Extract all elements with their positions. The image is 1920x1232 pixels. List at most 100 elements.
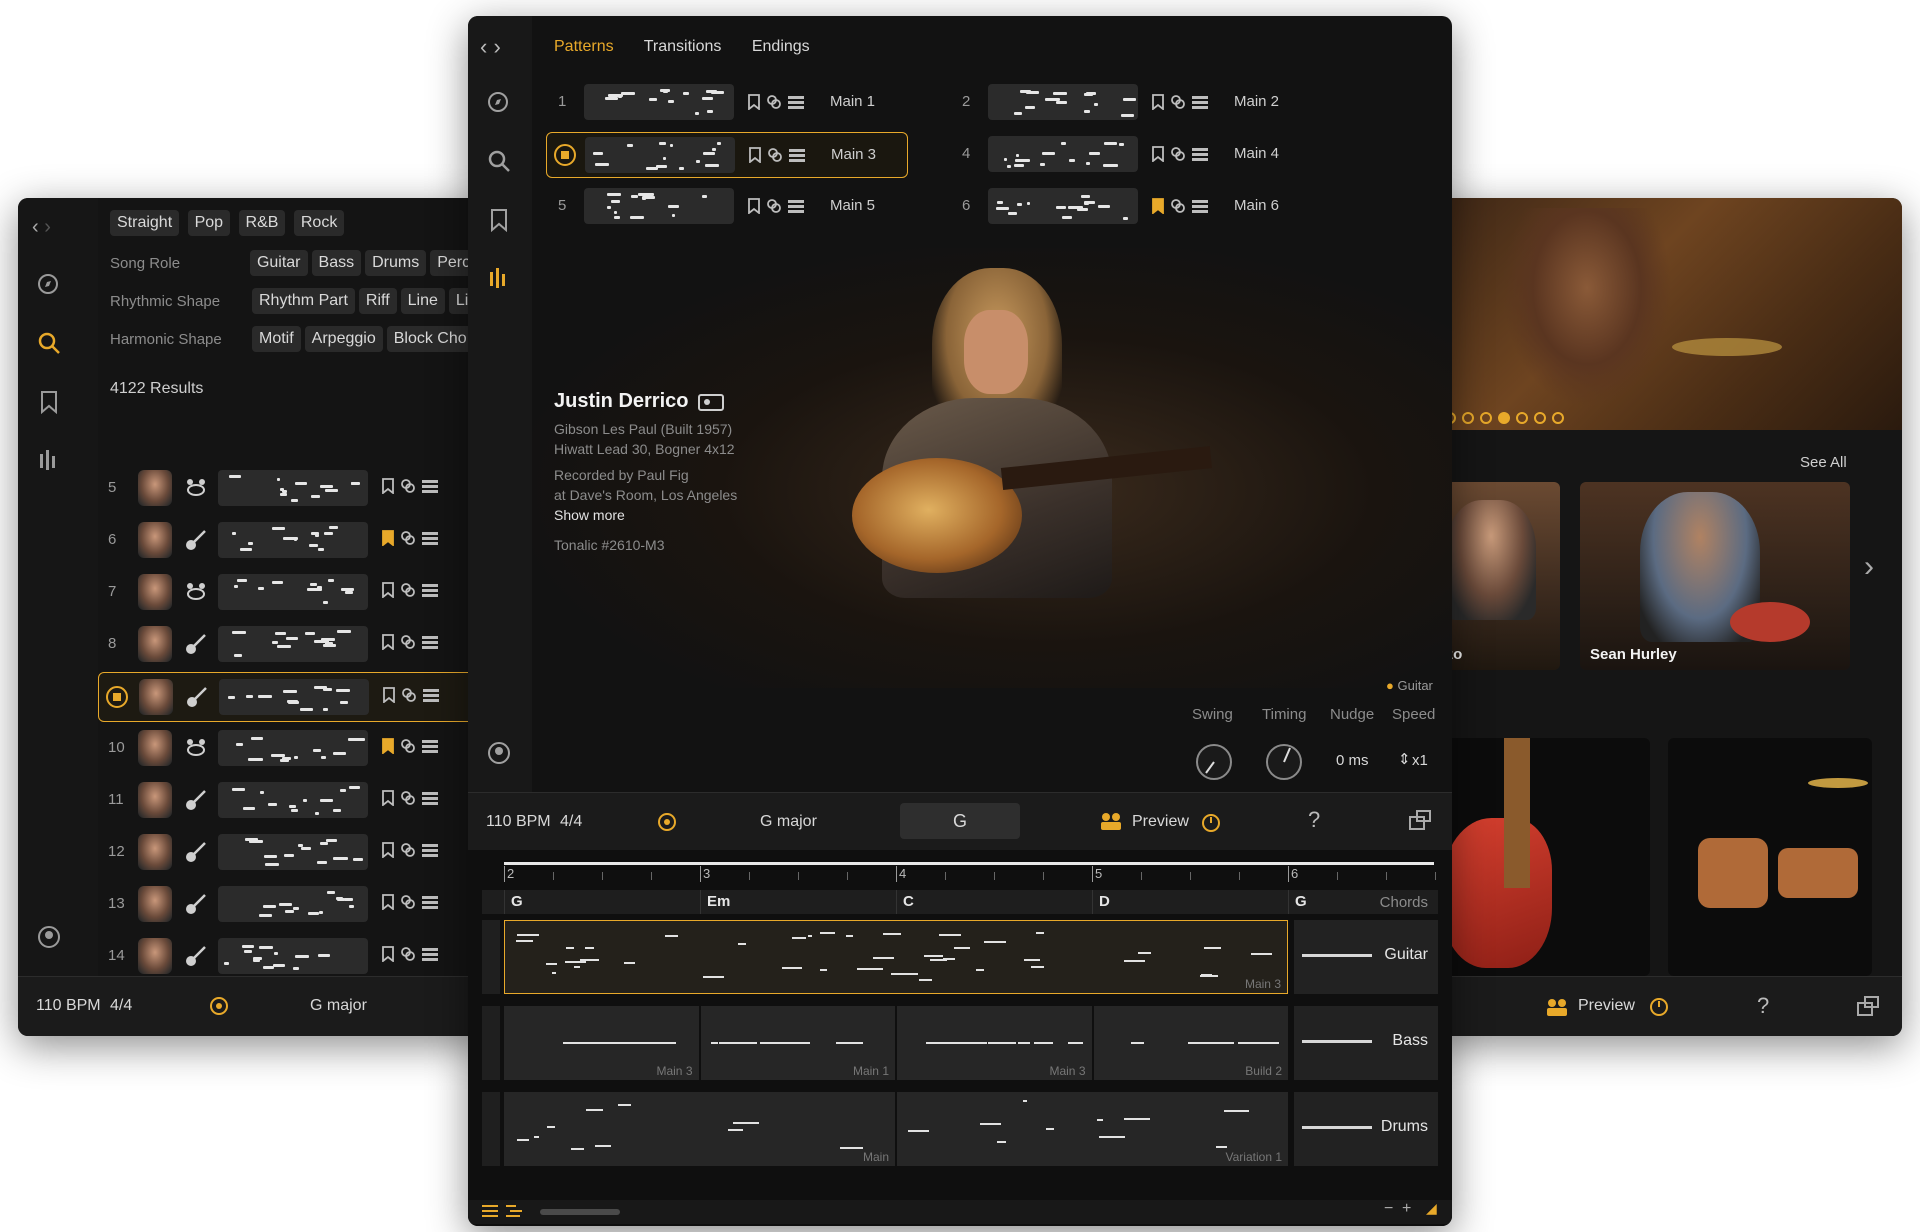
- preview-button[interactable]: Preview: [1578, 997, 1635, 1015]
- carousel-dot[interactable]: [1480, 412, 1492, 424]
- lanes-icon[interactable]: [422, 583, 438, 597]
- chip-motif[interactable]: Motif: [252, 326, 301, 352]
- lanes-icon[interactable]: [1192, 95, 1208, 109]
- track-segment[interactable]: Main 3: [504, 1006, 699, 1080]
- pattern-thumbnail[interactable]: [218, 782, 368, 818]
- detach-window-icon[interactable]: [1856, 995, 1880, 1017]
- pattern-thumbnail[interactable]: [988, 136, 1138, 172]
- bookmark-icon[interactable]: [488, 208, 510, 232]
- metronome-icon[interactable]: [656, 811, 678, 833]
- lanes-icon[interactable]: [422, 479, 438, 493]
- chip-straight[interactable]: Straight: [110, 210, 180, 236]
- result-row[interactable]: 8: [98, 620, 488, 668]
- horizontal-scrollbar[interactable]: [540, 1209, 620, 1215]
- result-row[interactable]: 5: [98, 464, 488, 512]
- zoom-out-button[interactable]: −: [1384, 1200, 1393, 1218]
- chord-cell[interactable]: Em: [700, 890, 895, 914]
- tag-icon[interactable]: [400, 634, 416, 650]
- account-icon[interactable]: [36, 924, 62, 950]
- pattern-slot[interactable]: 1 Main 1: [546, 80, 906, 124]
- chord-button[interactable]: G: [900, 803, 1020, 839]
- meter[interactable]: 4/4: [560, 813, 582, 831]
- chevron-right-icon[interactable]: ›: [1864, 550, 1884, 600]
- track-segment[interactable]: Main 1: [700, 1006, 895, 1080]
- equalizer-icon[interactable]: [38, 448, 60, 472]
- bookmark-icon[interactable]: [382, 894, 394, 910]
- chord-cell[interactable]: C: [896, 890, 1091, 914]
- pattern-slot[interactable]: 5 Main 5: [546, 184, 906, 228]
- back-icon[interactable]: ‹: [32, 216, 39, 238]
- equalizer-icon[interactable]: [488, 266, 510, 290]
- see-all-link[interactable]: See All: [1800, 454, 1847, 471]
- chip-arpeggio[interactable]: Arpeggio: [304, 326, 383, 352]
- tag-icon[interactable]: [401, 687, 417, 703]
- tag-icon[interactable]: [1170, 146, 1186, 162]
- bookmark-icon[interactable]: [382, 842, 394, 858]
- lanes-icon[interactable]: [422, 531, 438, 545]
- nudge-value[interactable]: 0 ms: [1336, 752, 1369, 769]
- timer-icon[interactable]: [1648, 995, 1670, 1017]
- bookmark-icon[interactable]: [1152, 146, 1164, 162]
- play-indicator-icon[interactable]: [105, 685, 129, 709]
- result-row[interactable]: 14: [98, 932, 488, 976]
- pattern-thumbnail[interactable]: [219, 679, 369, 715]
- lanes-icon[interactable]: [422, 635, 438, 649]
- pattern-thumbnail[interactable]: [218, 730, 368, 766]
- lanes-icon[interactable]: [1192, 199, 1208, 213]
- result-row[interactable]: 10: [98, 724, 488, 772]
- bookmark-icon[interactable]: [38, 390, 60, 414]
- pattern-slot[interactable]: 6 Main 6: [950, 184, 1310, 228]
- result-row[interactable]: 12: [98, 828, 488, 876]
- tag-icon[interactable]: [400, 894, 416, 910]
- speed-value[interactable]: x1: [1412, 752, 1428, 769]
- track-header[interactable]: Bass: [1294, 1006, 1438, 1080]
- carousel-dot[interactable]: [1498, 412, 1510, 424]
- tag-icon[interactable]: [766, 94, 782, 110]
- chip-rhythm-part[interactable]: Rhythm Part: [252, 288, 355, 314]
- tab-endings[interactable]: Endings: [752, 38, 810, 55]
- tag-icon[interactable]: [767, 147, 783, 163]
- instrument-card-bass[interactable]: [1432, 738, 1650, 976]
- back-icon[interactable]: ‹: [480, 34, 487, 59]
- pattern-slot[interactable]: 4 Main 4: [950, 132, 1310, 176]
- lanes-icon[interactable]: [422, 947, 438, 961]
- lanes-icon[interactable]: [422, 843, 438, 857]
- pattern-thumbnail[interactable]: [988, 188, 1138, 224]
- key[interactable]: G major: [760, 813, 817, 831]
- bookmark-icon[interactable]: [748, 94, 760, 110]
- artist-card-b[interactable]: Sean Hurley: [1580, 482, 1850, 670]
- lanes-icon[interactable]: [788, 95, 804, 109]
- track-handle[interactable]: [482, 1006, 500, 1080]
- artist-card-icon[interactable]: [698, 392, 725, 412]
- track-handle[interactable]: [482, 920, 500, 994]
- tag-icon[interactable]: [400, 478, 416, 494]
- carousel-dot[interactable]: [1534, 412, 1546, 424]
- pattern-slot[interactable]: Main 3: [546, 132, 908, 178]
- show-more-link[interactable]: Show more: [554, 507, 814, 523]
- carousel-dot[interactable]: [1552, 412, 1564, 424]
- play-indicator-icon[interactable]: [553, 143, 577, 167]
- bookmark-icon[interactable]: [382, 478, 394, 494]
- bookmark-icon[interactable]: [1152, 94, 1164, 110]
- lanes-icon[interactable]: [788, 199, 804, 213]
- forward-icon[interactable]: ›: [493, 34, 500, 59]
- chord-cell[interactable]: D: [1092, 890, 1287, 914]
- track-handle[interactable]: [482, 1092, 500, 1166]
- bookmark-icon[interactable]: [382, 582, 394, 598]
- lanes-icon[interactable]: [422, 791, 438, 805]
- chip-drums[interactable]: Drums: [365, 250, 427, 276]
- track-header[interactable]: Guitar: [1294, 920, 1438, 994]
- outline-view-icon[interactable]: [506, 1204, 522, 1218]
- chip-guitar[interactable]: Guitar: [249, 250, 308, 276]
- track-segment[interactable]: Main 3: [504, 920, 1288, 994]
- track-header[interactable]: Drums: [1294, 1092, 1438, 1166]
- timeline-ruler[interactable]: 2 3 4 5 6: [504, 856, 1440, 884]
- meter[interactable]: 4/4: [110, 997, 132, 1015]
- track-segment[interactable]: Main 3: [897, 1006, 1092, 1080]
- lanes-icon[interactable]: [789, 148, 805, 162]
- bpm[interactable]: 110 BPM: [486, 813, 551, 831]
- carousel-dot[interactable]: [1516, 412, 1528, 424]
- lanes-icon[interactable]: [423, 688, 439, 702]
- pattern-thumbnail[interactable]: [218, 626, 368, 662]
- result-row[interactable]: 11: [98, 776, 488, 824]
